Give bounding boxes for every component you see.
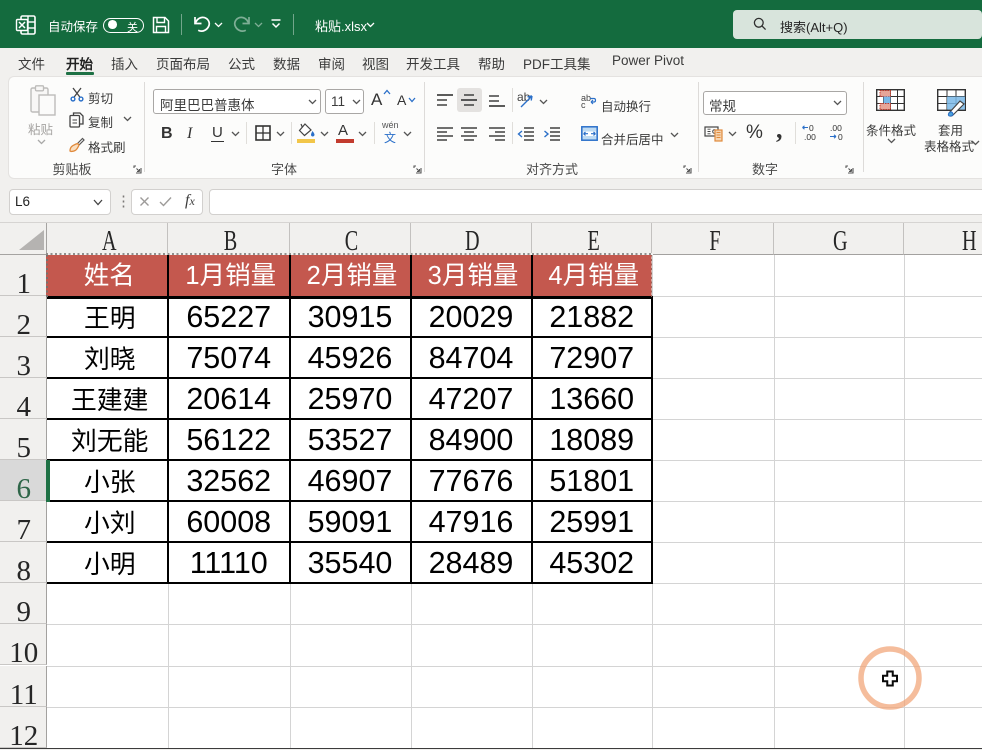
svg-text:0: 0 bbox=[838, 132, 843, 142]
svg-text:c: c bbox=[581, 100, 586, 110]
svg-text:.00: .00 bbox=[804, 132, 816, 142]
